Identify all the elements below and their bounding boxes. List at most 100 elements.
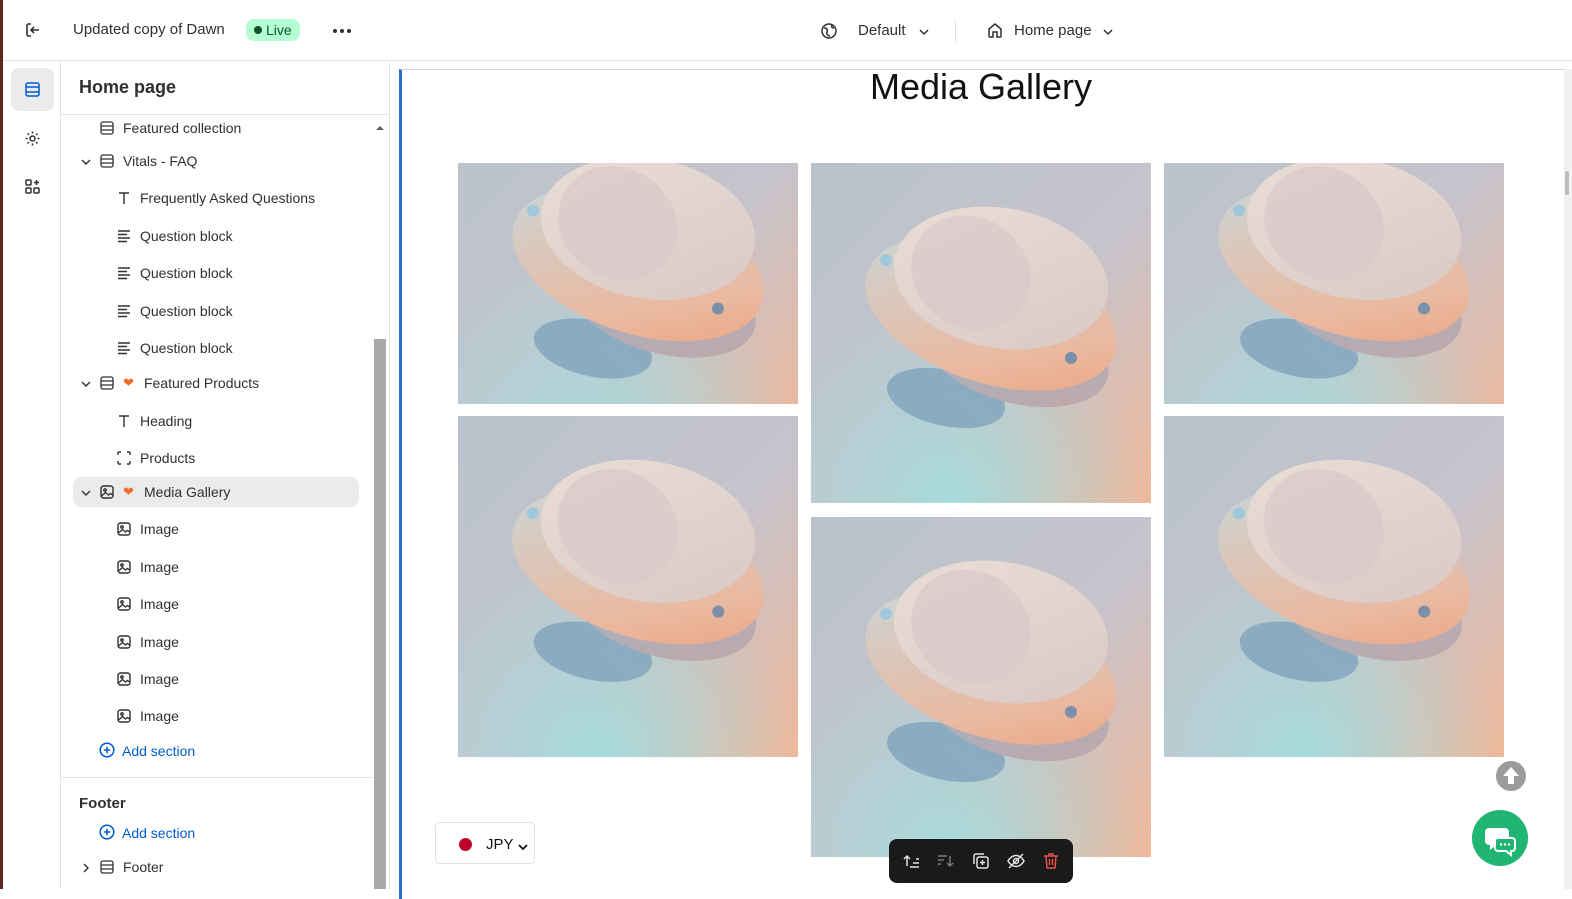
sidebar-scrollbar[interactable] (374, 339, 386, 889)
scroll-to-top-button[interactable] (1494, 759, 1528, 793)
gallery-image-1[interactable] (458, 163, 798, 404)
block-heading[interactable]: Heading (73, 406, 359, 436)
section-label: Vitals - FAQ (123, 153, 198, 169)
move-down-icon[interactable] (935, 851, 955, 871)
block-label: Image (140, 521, 179, 537)
scroll-up-arrow-icon[interactable] (375, 119, 385, 130)
duplicate-icon[interactable] (971, 851, 991, 871)
chevron-down-icon[interactable] (80, 486, 92, 498)
sections-icon (25, 82, 40, 97)
context-selector[interactable]: Default (858, 22, 906, 39)
sections-sidebar: Home page Featured collection Vitals - F… (61, 62, 390, 889)
block-toolbar (889, 839, 1073, 883)
currency-code: JPY (486, 836, 514, 853)
arrow-up-icon (1503, 767, 1519, 784)
image-icon (116, 671, 132, 687)
image-icon (116, 521, 132, 537)
block-question[interactable]: Question block (73, 333, 359, 363)
section-icon (99, 153, 115, 169)
paragraph-icon (116, 265, 132, 281)
block-image[interactable]: Image (73, 664, 359, 694)
block-label: Image (140, 634, 179, 650)
block-question[interactable]: Question block (73, 296, 359, 326)
currency-selector[interactable]: JPY (435, 822, 535, 864)
block-question[interactable]: Question block (73, 258, 359, 288)
globe-icon (820, 22, 838, 40)
media-gallery-title: Media Gallery (869, 66, 1093, 107)
heart-icon: ❤ (123, 375, 134, 390)
block-image[interactable]: Image (73, 627, 359, 657)
chevron-down-icon (518, 839, 528, 851)
gallery-image-6[interactable] (1164, 416, 1504, 757)
block-label: Image (140, 596, 179, 612)
frame-icon (116, 450, 132, 466)
add-section-label: Add section (122, 825, 196, 841)
gallery-image-4[interactable] (458, 416, 798, 757)
block-label: Question block (140, 265, 233, 281)
text-icon (116, 413, 132, 429)
gear-icon (25, 131, 40, 146)
paragraph-icon (116, 303, 132, 319)
block-image[interactable]: Image (73, 589, 359, 619)
image-icon (116, 708, 132, 724)
plus-circle-icon (99, 824, 115, 840)
block-question[interactable]: Question block (73, 221, 359, 251)
settings-rail-button[interactable] (11, 117, 54, 160)
block-products[interactable]: Products (73, 443, 359, 473)
move-up-icon[interactable] (902, 851, 922, 871)
section-featured-products[interactable]: ❤ Featured Products (73, 368, 359, 398)
block-label: Frequently Asked Questions (140, 190, 316, 206)
section-footer[interactable]: Footer (73, 852, 359, 882)
gallery-image-2[interactable] (811, 163, 1151, 503)
image-icon (116, 559, 132, 575)
section-icon (99, 375, 115, 391)
block-faq-heading[interactable]: Frequently Asked Questions (73, 183, 359, 213)
gallery-image-3[interactable] (1164, 163, 1504, 404)
live-badge-label: Live (266, 22, 292, 38)
live-dot-icon (254, 26, 262, 34)
gallery-image-5[interactable] (811, 517, 1151, 857)
apps-rail-button[interactable] (11, 165, 54, 208)
section-icon (99, 859, 115, 875)
sections-rail-button[interactable] (11, 68, 54, 111)
text-icon (116, 190, 132, 206)
more-actions-button[interactable] (331, 20, 353, 40)
hide-eye-icon[interactable] (1006, 851, 1026, 871)
footer-group-title: Footer (79, 795, 126, 812)
chevron-right-icon[interactable] (80, 861, 92, 873)
section-featured-collection[interactable]: Featured collection (73, 113, 359, 143)
chevron-down-icon[interactable] (80, 377, 92, 389)
chat-widget-button[interactable] (1472, 810, 1528, 866)
block-image[interactable]: Image (73, 514, 359, 544)
section-media-gallery[interactable]: ❤ Media Gallery (73, 477, 359, 507)
section-icon (99, 120, 115, 136)
image-icon (116, 596, 132, 612)
apps-icon (25, 179, 40, 194)
add-section-label: Add section (122, 743, 196, 759)
block-label: Image (140, 708, 179, 724)
block-label: Heading (140, 413, 193, 429)
delete-icon[interactable] (1041, 851, 1061, 871)
chevron-down-icon[interactable] (1102, 25, 1114, 37)
block-label: Products (140, 450, 196, 466)
section-vitals-faq[interactable]: Vitals - FAQ (73, 146, 359, 176)
block-label: Image (140, 671, 179, 687)
home-icon (986, 21, 1004, 39)
heart-icon: ❤ (123, 484, 134, 499)
block-label: Question block (140, 340, 233, 356)
chevron-down-icon[interactable] (80, 155, 92, 167)
section-label: Featured Products (144, 375, 260, 391)
block-image[interactable]: Image (73, 552, 359, 582)
section-label: Footer (123, 859, 164, 875)
live-status-badge: Live (246, 19, 300, 41)
paragraph-icon (116, 340, 132, 356)
exit-icon[interactable] (23, 20, 43, 40)
image-icon (116, 634, 132, 650)
chevron-down-icon[interactable] (918, 25, 930, 37)
template-selector[interactable]: Home page (1014, 22, 1092, 39)
image-section-icon (99, 484, 115, 500)
block-image[interactable]: Image (73, 701, 359, 731)
preview-scrollbar[interactable] (1564, 69, 1572, 889)
editor-topbar: Updated copy of Dawn Live Default Home p… (3, 0, 1572, 61)
paragraph-icon (116, 228, 132, 244)
